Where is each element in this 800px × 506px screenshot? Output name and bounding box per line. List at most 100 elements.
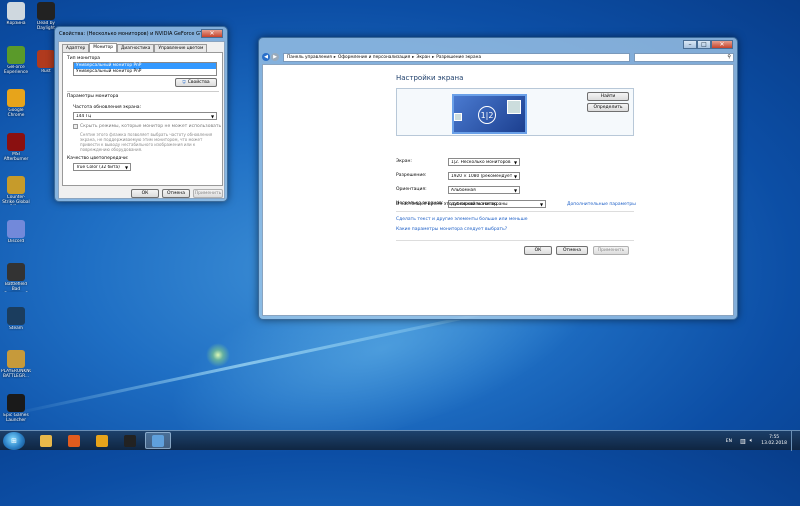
desktop-icon[interactable]: Battlefield Bad Company 2: [1, 263, 31, 292]
ok-button[interactable]: ОК: [131, 189, 159, 198]
monitor-properties-button[interactable]: ⛨ Свойства: [175, 78, 217, 87]
tab-diagnostics[interactable]: Диагностика: [117, 44, 155, 52]
dbd-icon: [37, 2, 55, 20]
monitor-number: 1|2: [478, 106, 496, 124]
hide-modes-checkbox[interactable]: Скрыть режимы, которые монитор не может …: [73, 124, 221, 129]
taskbar-item[interactable]: [117, 432, 143, 449]
tab-monitor[interactable]: Монитор: [89, 43, 118, 52]
monitor-preview-area: 1|2 Найти Определить: [396, 88, 634, 136]
close-icon[interactable]: ✕: [711, 40, 733, 49]
color-quality-label: Качество цветопередачи:: [67, 156, 129, 161]
breadcrumb-item[interactable]: Оформление и персонализация: [338, 55, 410, 60]
desktop-icon-label: Корзина: [6, 21, 26, 26]
desktop-icon[interactable]: Google Chrome: [1, 89, 31, 118]
color-quality-select[interactable]: True Color (32 бита) ▼: [73, 163, 131, 171]
show-desktop-button[interactable]: [791, 431, 796, 451]
monitor-thumb: [507, 100, 521, 114]
chevron-down-icon: ▼: [539, 201, 544, 207]
desktop-icon-label: Epic Games Launcher: [3, 412, 29, 423]
chrome-icon: [96, 434, 108, 447]
desktop-icon[interactable]: Корзина: [1, 2, 31, 26]
network-icon[interactable]: ▥: [740, 438, 746, 445]
setting-select[interactable]: Альбомная ▼: [448, 186, 520, 194]
chrome-icon: [7, 89, 25, 107]
find-button[interactable]: Найти: [587, 92, 629, 101]
setting-label: Ориентация:: [396, 187, 427, 192]
hide-modes-label: Скрыть режимы, которые монитор не может …: [80, 124, 222, 129]
cp-client: Настройки экрана 1|2 Найти Определить Эк…: [262, 64, 734, 316]
desktop-icon[interactable]: PLAYERUNKNOWN'S BATTLEGR...: [1, 350, 31, 379]
taskbar: ⊞ EN ▥ 🔈︎ 7:55 13.02.2018: [0, 430, 800, 451]
desktop-icon[interactable]: Steam: [1, 306, 31, 331]
tab-adapter[interactable]: Адаптер: [62, 44, 90, 52]
monitor-list-item[interactable]: Универсальный монитор PnP: [74, 69, 216, 75]
monitor-list[interactable]: Универсальный монитор PnP Универсальный …: [73, 62, 217, 76]
desktop-icon[interactable]: GeForce Experience: [1, 45, 31, 75]
monitor-tile[interactable]: 1|2: [452, 94, 527, 134]
refresh-rate-select[interactable]: 144 Гц ▼: [73, 112, 217, 120]
tab-page: Тип монитора Универсальный монитор PnP У…: [62, 52, 223, 186]
divider: [396, 211, 634, 212]
desktop-icon[interactable]: Counter-Strike Global Offe...: [1, 176, 31, 205]
tray-lang[interactable]: EN: [726, 439, 732, 444]
properties-button-label: Свойства: [187, 80, 210, 85]
rust-icon: [37, 50, 55, 68]
cancel-button[interactable]: Отмена: [162, 189, 190, 198]
breadcrumb-item[interactable]: Экран: [416, 55, 430, 60]
taskbar-item[interactable]: [89, 432, 115, 449]
breadcrumb-item[interactable]: Панель управления: [287, 55, 332, 60]
desktop-icon-label: Counter-Strike Global Offe...: [2, 195, 30, 205]
steam-icon: [7, 306, 25, 325]
discord-icon: [7, 219, 25, 238]
cp-titlebar[interactable]: – □ ✕: [259, 38, 737, 51]
clock-date: 13.02.2018: [761, 441, 787, 446]
epic-icon: [124, 434, 136, 447]
divider: [67, 91, 219, 92]
checkbox-box[interactable]: [73, 124, 78, 129]
battlefield-icon: [7, 263, 25, 281]
identify-button[interactable]: Определить: [587, 103, 629, 112]
search-icon: ⚲: [727, 54, 731, 60]
desktop-icon-label: MSI Afterburner: [3, 151, 29, 162]
which-settings-link[interactable]: Какие параметры монитора следует выбрать…: [396, 227, 507, 232]
clock[interactable]: 7:55 13.02.2018: [761, 435, 787, 447]
close-icon[interactable]: ✕: [201, 29, 223, 38]
taskbar-item[interactable]: [61, 432, 87, 449]
monitor-type-label: Тип монитора: [67, 56, 101, 61]
back-icon[interactable]: ◀: [262, 53, 270, 61]
advanced-settings-link[interactable]: Дополнительные параметры: [567, 202, 636, 207]
properties-titlebar[interactable]: Свойства: (Несколько мониторов) и NVIDIA…: [55, 27, 227, 40]
screen-resolution-window[interactable]: – □ ✕ ◀ ▶ Панель управления ▸ Оформление …: [258, 37, 738, 320]
tab-color-management[interactable]: Управление цветом: [154, 44, 208, 52]
maximize-icon[interactable]: □: [697, 40, 711, 49]
setting-select[interactable]: 1|2. Несколько мониторов ▼: [448, 158, 520, 166]
setting-select[interactable]: 1920 × 1080 (рекомендуется)▼: [448, 172, 520, 180]
media-player-icon: [68, 434, 80, 447]
refresh-rate-label: Частота обновления экрана:: [73, 105, 142, 110]
forward-icon[interactable]: ▶: [271, 53, 279, 61]
desktop-icon[interactable]: Discord: [1, 219, 31, 244]
minimize-icon[interactable]: –: [683, 40, 697, 49]
refresh-rate-value: 144 Гц: [76, 113, 92, 119]
breadcrumb-item[interactable]: Разрешение экрана: [436, 55, 481, 60]
csgo-icon: [7, 176, 25, 194]
search-input[interactable]: ⚲: [634, 52, 734, 62]
apply-button[interactable]: Применить: [193, 189, 223, 198]
system-tray: EN ▥ 🔈︎ 7:55 13.02.2018: [726, 431, 796, 451]
taskbar-item[interactable]: [33, 432, 59, 449]
explorer-icon: [40, 434, 52, 447]
start-button[interactable]: ⊞: [3, 431, 25, 450]
volume-icon[interactable]: 🔈︎: [750, 437, 754, 445]
apply-button[interactable]: Применить: [593, 246, 629, 255]
desktop-icon[interactable]: Epic Games Launcher: [1, 393, 31, 423]
taskbar-item[interactable]: [145, 432, 171, 449]
taskbar-items: [31, 432, 171, 449]
ok-button[interactable]: ОК: [524, 246, 552, 255]
desktop-icon[interactable]: MSI Afterburner: [1, 132, 31, 162]
cancel-button[interactable]: Отмена: [556, 246, 588, 255]
control-panel-icon: [152, 434, 164, 447]
address-bar[interactable]: Панель управления ▸ Оформление и персонал…: [283, 52, 630, 62]
display-properties-window[interactable]: Свойства: (Несколько мониторов) и NVIDIA…: [54, 26, 228, 202]
desktop-icon-label: Battlefield Bad Company 2: [4, 282, 28, 292]
text-size-link[interactable]: Сделать текст и другие элементы больше и…: [396, 217, 527, 222]
